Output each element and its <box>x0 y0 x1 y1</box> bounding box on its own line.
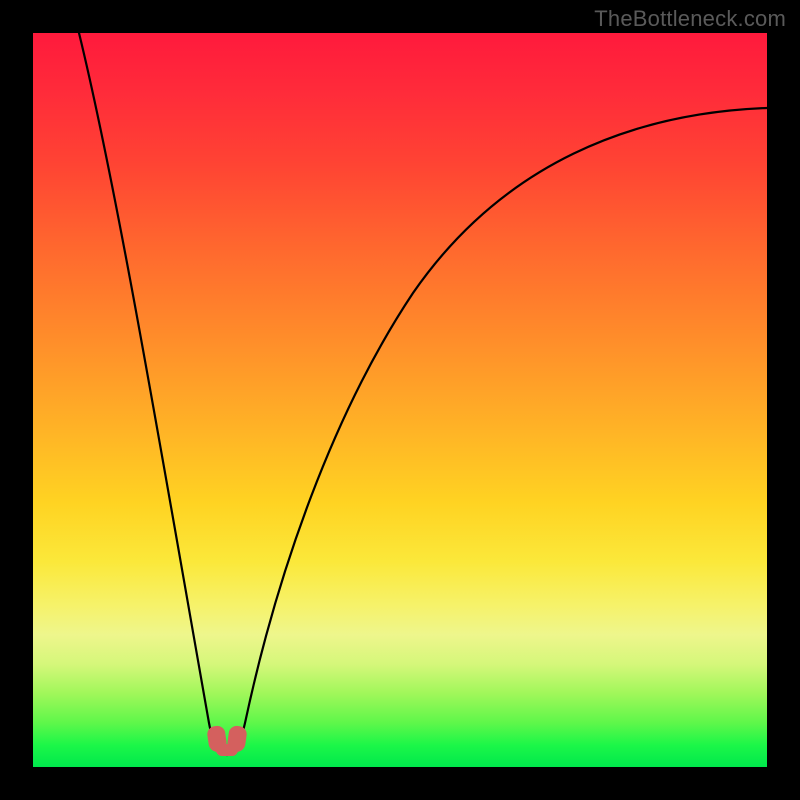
valley-marker-bridge <box>216 744 238 756</box>
chart-frame: TheBottleneck.com <box>0 0 800 800</box>
bottleneck-curve <box>33 33 767 767</box>
plot-area <box>33 33 767 767</box>
curve-path <box>79 33 767 755</box>
attribution-text: TheBottleneck.com <box>594 6 786 32</box>
